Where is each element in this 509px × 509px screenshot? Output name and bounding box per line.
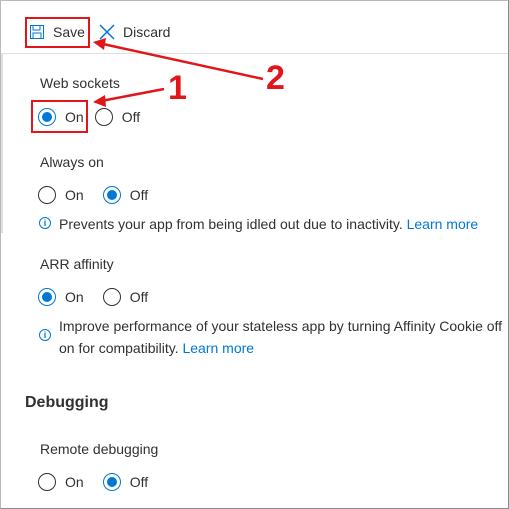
always-on-off-label: Off [129,187,149,203]
remote-debugging-radio-group: On Off [38,473,148,491]
annotation-number-2: 2 [266,59,285,97]
radio-selected-icon [38,108,56,126]
always-on-info: i Prevents your app from being idled out… [39,213,478,235]
save-button[interactable]: Save [25,17,89,47]
radio-unselected-icon [38,473,56,491]
arr-affinity-info-line2: on for compatibility. [59,340,179,356]
arr-affinity-label: ARR affinity [40,256,114,272]
radio-selected-icon [38,288,56,306]
arrow-1-head [93,95,106,107]
remote-debugging-off-radio[interactable]: Off [102,473,149,491]
discard-label: Discard [123,24,171,40]
left-divider [1,53,3,233]
always-on-info-text: Prevents your app from being idled out d… [59,216,403,232]
always-on-on-label: On [65,187,84,203]
arr-affinity-off-radio[interactable]: Off [102,288,149,306]
web-sockets-on-radio[interactable]: On [38,108,84,126]
radio-unselected-icon [102,288,121,306]
discard-button[interactable]: Discard [99,17,170,47]
web-sockets-on-label: On [65,109,84,125]
close-x-icon [99,24,115,40]
web-sockets-off-radio[interactable]: Off [94,108,141,126]
arr-affinity-off-label: Off [129,289,149,305]
floppy-disk-icon [30,25,44,39]
always-on-off-radio[interactable]: Off [102,186,149,204]
arr-affinity-info-line1: Improve performance of your stateless ap… [59,318,503,334]
always-on-label: Always on [40,154,104,170]
radio-unselected-icon [94,108,113,126]
info-circle-icon: i [39,217,51,229]
radio-selected-icon [102,186,121,204]
annotation-number-1: 1 [168,69,187,107]
always-on-on-radio[interactable]: On [38,186,84,204]
save-label: Save [53,24,85,40]
web-sockets-off-label: Off [121,109,141,125]
remote-debugging-on-label: On [65,474,84,490]
remote-debugging-label: Remote debugging [40,441,159,457]
arr-affinity-on-label: On [65,289,84,305]
debugging-heading: Debugging [25,394,109,411]
arr-affinity-learn-more-link[interactable]: Learn more [182,340,254,356]
remote-debugging-off-label: Off [129,474,149,490]
web-sockets-label: Web sockets [40,75,120,91]
command-bar: Save Discard [1,1,508,54]
radio-selected-icon [102,473,121,491]
info-circle-icon: i [39,329,51,341]
arr-affinity-info: i Improve performance of your stateless … [39,315,502,359]
app-settings-panel: Save Discard Web sockets On Off Always o… [0,0,509,509]
arr-affinity-radio-group: On Off [38,288,148,306]
radio-unselected-icon [38,186,56,204]
web-sockets-radio-group: On Off [38,108,140,126]
always-on-radio-group: On Off [38,186,148,204]
always-on-learn-more-link[interactable]: Learn more [407,216,479,232]
remote-debugging-on-radio[interactable]: On [38,473,84,491]
arr-affinity-on-radio[interactable]: On [38,288,84,306]
